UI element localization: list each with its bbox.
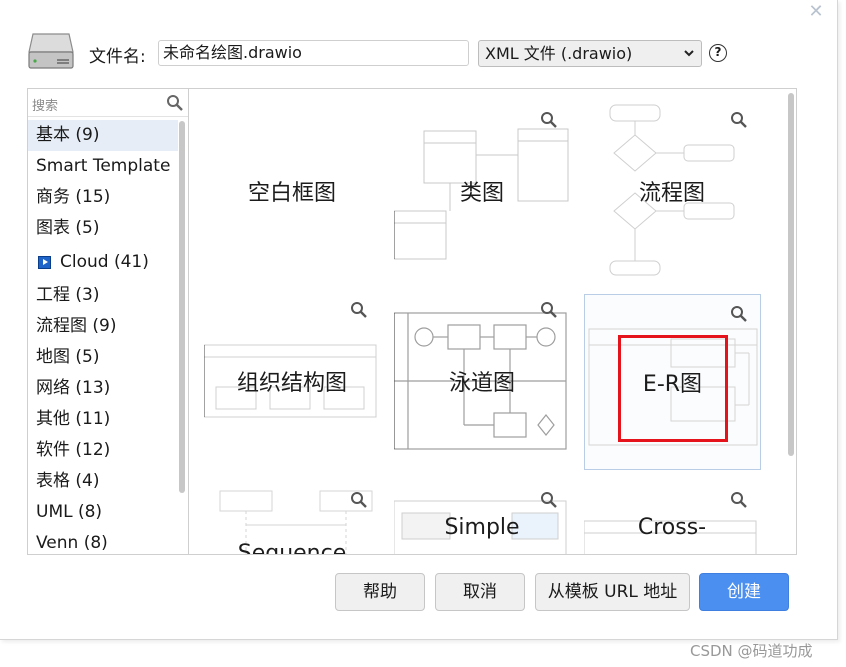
template-label: 空白框图: [247, 181, 336, 206]
format-select-value: XML 文件 (.drawio): [485, 44, 633, 63]
category-item-cloud-label: Cloud (41): [60, 252, 149, 272]
category-item-network[interactable]: 网络 (13): [28, 373, 178, 404]
category-item-tables[interactable]: 表格 (4): [28, 466, 178, 497]
create-button[interactable]: 创建: [699, 573, 789, 611]
preview-magnifier-icon[interactable]: [730, 305, 748, 323]
template-label: 流程图: [638, 181, 705, 206]
category-item-software[interactable]: 软件 (12): [28, 435, 178, 466]
preview-magnifier-icon[interactable]: [350, 491, 368, 509]
category-list: 基本 (9) Smart Template 商务 (15) 图表 (5) Clo…: [28, 120, 178, 554]
watermark-text: CSDN @码道功成: [690, 642, 813, 660]
preview-magnifier-icon[interactable]: [540, 111, 558, 129]
template-panel: 搜索 基本 (9) Smart Template 商务 (15) 图表 (5) …: [27, 88, 797, 555]
category-item-venn[interactable]: Venn (8): [28, 528, 178, 554]
category-item-flowchart[interactable]: 流程图 (9): [28, 311, 178, 342]
preview-magnifier-icon[interactable]: [540, 301, 558, 319]
format-select[interactable]: XML 文件 (.drawio): [478, 40, 702, 67]
template-tile-er-diagram[interactable]: E-R图: [584, 294, 761, 470]
template-tile-sequence[interactable]: Sequence: [204, 481, 380, 554]
template-label: Cross-: [637, 515, 707, 540]
category-item-charts[interactable]: 图表 (5): [28, 213, 178, 244]
template-label: 组织结构图: [236, 371, 347, 396]
cancel-button[interactable]: 取消: [435, 573, 525, 611]
template-grid-scrollbar[interactable]: [788, 93, 794, 456]
help-button[interactable]: 帮助: [335, 573, 425, 611]
from-template-url-button[interactable]: 从模板 URL 地址: [535, 573, 690, 611]
search-icon[interactable]: [166, 94, 184, 112]
filename-input[interactable]: 未命名绘图.drawio: [158, 40, 469, 66]
category-item-business[interactable]: 商务 (15): [28, 182, 178, 213]
preview-magnifier-icon[interactable]: [730, 111, 748, 129]
help-icon[interactable]: ?: [709, 44, 727, 62]
template-tile-simple[interactable]: Simple: [394, 481, 570, 554]
template-tile-swimlane[interactable]: 泳道图: [394, 291, 570, 467]
highlight-annotation-box: [618, 335, 728, 442]
category-item-cloud[interactable]: Cloud (41): [28, 244, 178, 280]
template-label: 泳道图: [448, 371, 515, 396]
cloud-category-icon: [38, 256, 51, 269]
search-box[interactable]: 搜索: [28, 89, 188, 117]
category-item-other[interactable]: 其他 (11): [28, 404, 178, 435]
search-input[interactable]: 搜索: [32, 95, 58, 114]
template-label: Simple: [444, 515, 520, 540]
category-item-smart-template[interactable]: Smart Template: [28, 151, 178, 182]
template-tile-org-chart[interactable]: 组织结构图: [204, 291, 380, 467]
close-icon[interactable]: ✕: [806, 2, 826, 22]
new-diagram-dialog: ✕ 文件名: 未命名绘图.drawio XML 文件 (.drawio) ? 搜…: [0, 0, 838, 640]
chevron-down-icon: [683, 41, 695, 75]
drive-icon: [28, 33, 74, 69]
sidebar-scrollbar[interactable]: [179, 121, 185, 493]
category-item-uml[interactable]: UML (8): [28, 497, 178, 528]
template-tile-cross-functional[interactable]: Cross-: [584, 481, 760, 554]
template-tile-class-diagram[interactable]: 类图: [394, 101, 570, 277]
template-label: 类图: [459, 181, 504, 206]
preview-magnifier-icon[interactable]: [540, 491, 558, 509]
category-sidebar: 搜索 基本 (9) Smart Template 商务 (15) 图表 (5) …: [28, 89, 189, 554]
template-tile-blank[interactable]: 空白框图: [204, 101, 380, 277]
preview-magnifier-icon[interactable]: [730, 491, 748, 509]
category-item-maps[interactable]: 地图 (5): [28, 342, 178, 373]
filename-label: 文件名:: [89, 47, 146, 67]
template-tile-flowchart[interactable]: 流程图: [584, 101, 760, 277]
template-grid: 空白框图 类图 流程图 组织结构图 泳道图 E-R图 Sequence Simp…: [190, 89, 796, 554]
category-item-basic[interactable]: 基本 (9): [28, 120, 178, 151]
preview-magnifier-icon[interactable]: [350, 301, 368, 319]
category-item-engineering[interactable]: 工程 (3): [28, 280, 178, 311]
template-label: Sequence: [237, 541, 347, 554]
